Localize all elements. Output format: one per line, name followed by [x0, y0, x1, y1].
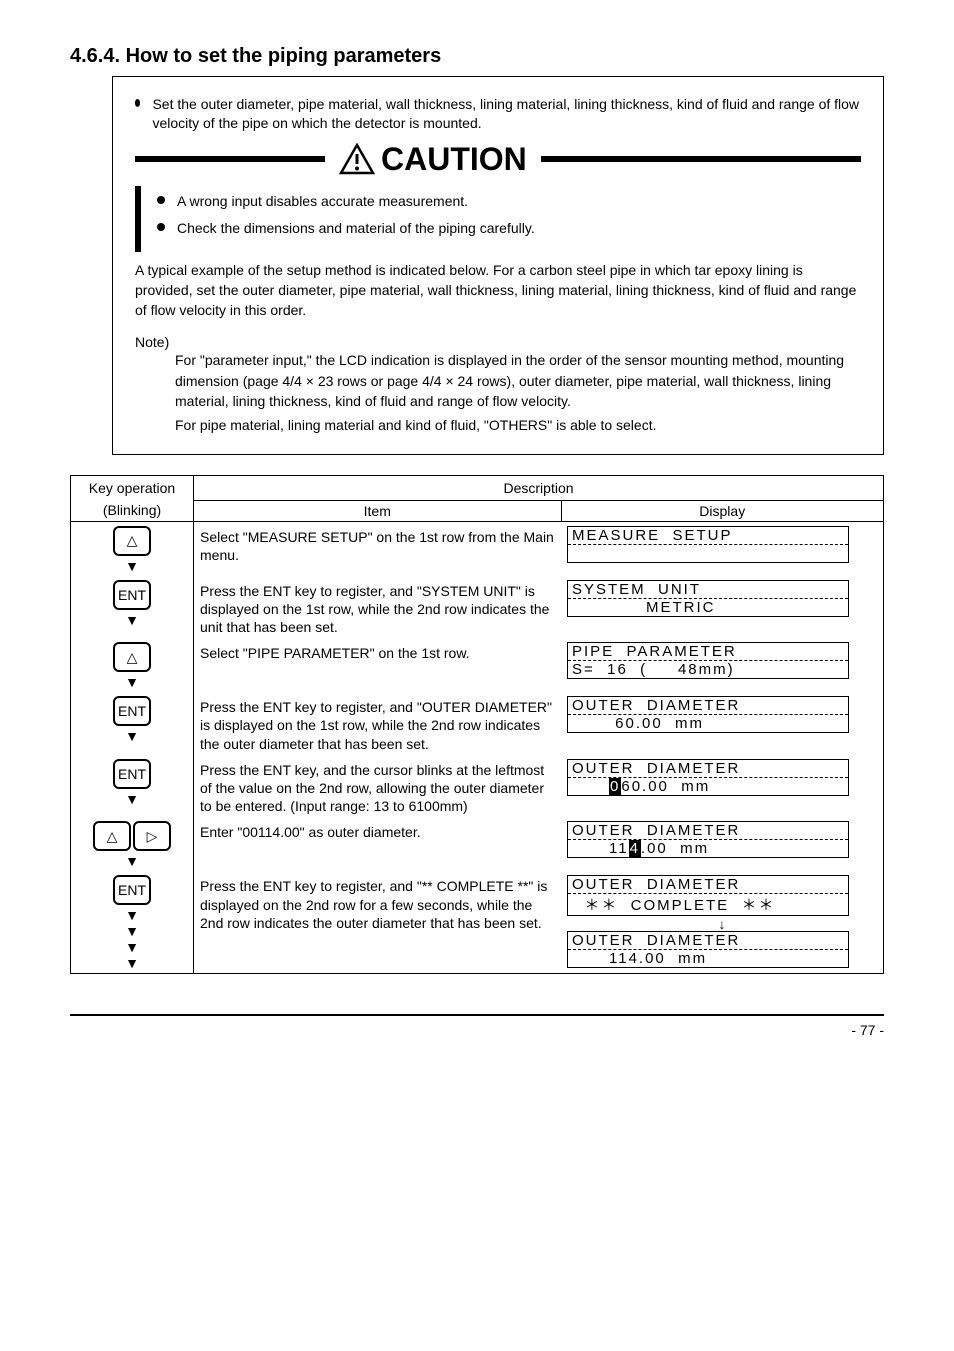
caution-item-2: Check the dimensions and material of the… [177, 219, 535, 238]
down-arrow-icon: ▼ [125, 791, 139, 807]
ent-key-icon: ENT [113, 759, 151, 789]
table-row: △ ▷ ▼ Enter "00114.00" as outer diameter… [71, 817, 884, 871]
display-box: OUTER DIAMETER 114.00 mm [567, 821, 849, 858]
description-text: Set the outer diameter, pipe material, w… [152, 95, 861, 133]
down-arrow-icon: ▼ [125, 853, 139, 869]
table-row: ENT ▼ Press the ENT key, and the cursor … [71, 755, 884, 818]
cursor-inverted: 4 [629, 840, 641, 857]
right-key-icon: ▷ [133, 821, 171, 851]
display-box: OUTER DIAMETER 114.00 mm [567, 931, 849, 968]
item-text: Press the ENT key to register, and "SYST… [200, 580, 555, 637]
table-row: ENT ▼ Press the ENT key to register, and… [71, 692, 884, 755]
down-arrow-icon: ▼ [125, 612, 139, 628]
caution-label: CAUTION [381, 141, 527, 178]
cursor-inverted: 0 [609, 778, 621, 795]
down-arrow-icon: ▼ [125, 923, 139, 939]
item-text: Select "PIPE PARAMETER" on the 1st row. [200, 642, 555, 662]
table-row: ENT ▼ ▼ ▼ ▼ Press the ENT key to registe… [71, 871, 884, 974]
up-key-icon: △ [93, 821, 131, 851]
ent-key-icon: ENT [113, 875, 151, 905]
note-label: Note) [135, 334, 861, 350]
up-key-icon: △ [113, 642, 151, 672]
col-header-desc: Description [194, 475, 884, 500]
ent-key-icon: ENT [113, 580, 151, 610]
item-text: Press the ENT key to register, and "** C… [200, 875, 555, 932]
col-sub-key: (Blinking) [71, 500, 194, 521]
caution-item-1: A wrong input disables accurate measurem… [177, 192, 468, 211]
bullet-icon [135, 99, 140, 107]
bullet-icon [157, 223, 165, 231]
item-text: Enter "00114.00" as outer diameter. [200, 821, 555, 841]
item-text: Select "MEASURE SETUP" on the 1st row fr… [200, 526, 555, 564]
item-text: Press the ENT key, and the cursor blinks… [200, 759, 555, 816]
col-sub-display: Display [561, 500, 884, 521]
display-box: MEASURE SETUP [567, 526, 849, 563]
caution-body: A wrong input disables accurate measurem… [135, 186, 861, 252]
intro-paragraph: A typical example of the setup method is… [135, 260, 861, 321]
down-arrow-icon: ▼ [125, 955, 139, 971]
col-sub-item: Item [194, 500, 562, 521]
down-arrow-icon: ▼ [125, 558, 139, 574]
down-arrow-icon: ↓ [567, 917, 877, 931]
page-number: - 77 - [851, 1022, 884, 1038]
procedure-table: Key operation Description (Blinking) Ite… [70, 475, 884, 975]
up-key-icon: △ [113, 526, 151, 556]
display-box: SYSTEM UNIT METRIC [567, 580, 849, 617]
note-bullet-2: For pipe material, lining material and k… [175, 415, 861, 435]
down-arrow-icon: ▼ [125, 939, 139, 955]
col-header-key: Key operation [71, 475, 194, 500]
table-row: △ ▼ Select "MEASURE SETUP" on the 1st ro… [71, 521, 884, 576]
display-box: OUTER DIAMETER 060.00 mm [567, 759, 849, 796]
caution-triangle-icon [339, 143, 375, 175]
display-box: PIPE PARAMETER S= 16 ( 48mm) [567, 642, 849, 679]
table-row: △ ▼ Select "PIPE PARAMETER" on the 1st r… [71, 638, 884, 692]
down-arrow-icon: ▼ [125, 907, 139, 923]
description-box: Set the outer diameter, pipe material, w… [112, 76, 884, 455]
section-title: How to set the piping parameters [126, 45, 442, 67]
item-text: Press the ENT key to register, and "OUTE… [200, 696, 555, 753]
down-arrow-icon: ▼ [125, 728, 139, 744]
bullet-icon [157, 196, 165, 204]
caution-banner: CAUTION [135, 141, 861, 178]
display-box: OUTER DIAMETER 60.00 mm [567, 696, 849, 733]
display-box: OUTER DIAMETER ＊＊ COMPLETE ＊＊ [567, 875, 849, 916]
section-number: 4.6.4. [70, 45, 120, 67]
page-footer: - 77 - [70, 1014, 884, 1038]
note-bullet-1: For "parameter input," the LCD indicatio… [175, 350, 861, 411]
down-arrow-icon: ▼ [125, 674, 139, 690]
ent-key-icon: ENT [113, 696, 151, 726]
table-row: ENT ▼ Press the ENT key to register, and… [71, 576, 884, 639]
